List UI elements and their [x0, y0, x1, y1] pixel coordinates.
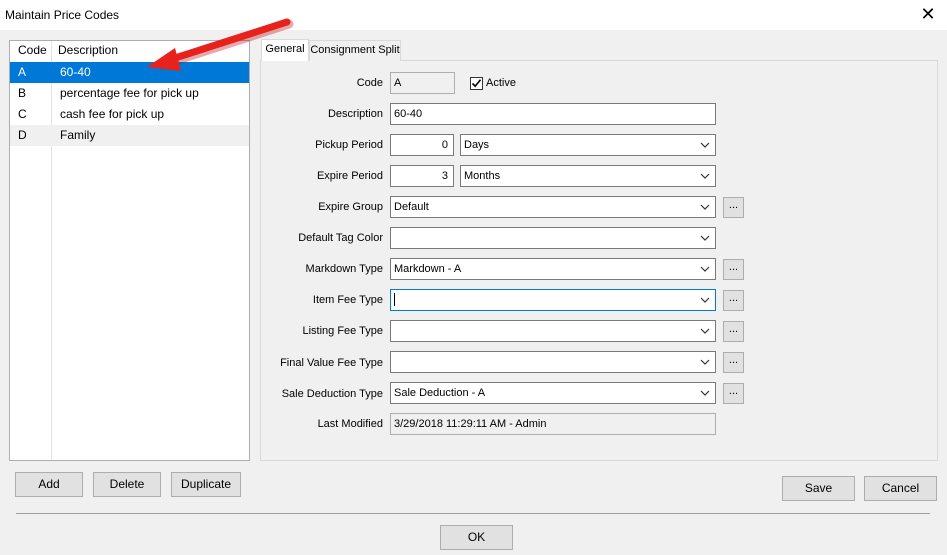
chevron-down-icon	[700, 173, 710, 179]
list-row-a[interactable]: A 60-40	[10, 62, 249, 83]
row-code: C	[18, 107, 27, 121]
ok-button[interactable]: OK	[440, 525, 513, 550]
tab-general[interactable]: General	[261, 39, 309, 61]
chevron-down-icon	[700, 328, 710, 334]
markdown-type-ellipsis-button[interactable]: ...	[723, 259, 744, 280]
row-description: 60-40	[60, 65, 91, 79]
final-value-fee-type-dropdown[interactable]	[390, 351, 716, 373]
chevron-down-icon	[700, 266, 710, 272]
cancel-button[interactable]: Cancel	[864, 476, 937, 501]
expire-period-label: Expire Period	[316, 170, 383, 182]
last-modified-label: Last Modified	[317, 418, 383, 430]
window-title: Maintain Price Codes	[5, 8, 120, 22]
pickup-period-unit-dropdown[interactable]: Days	[460, 134, 716, 156]
close-icon[interactable]: ✕	[918, 4, 938, 24]
row-code: A	[18, 65, 27, 79]
expire-group-ellipsis-button[interactable]: ...	[723, 197, 744, 218]
listing-fee-type-ellipsis-button[interactable]: ...	[723, 321, 744, 342]
sale-deduction-type-value: Sale Deduction - A	[394, 387, 486, 399]
item-fee-type-ellipsis-button[interactable]: ...	[723, 290, 744, 311]
chevron-down-icon	[700, 359, 710, 365]
description-field[interactable]: 60-40	[390, 103, 716, 125]
expire-period-unit-value: Months	[464, 170, 501, 182]
list-row-b[interactable]: B percentage fee for pick up	[10, 83, 249, 104]
description-label: Description	[327, 108, 383, 120]
item-fee-type-label: Item Fee Type	[312, 294, 383, 306]
sale-deduction-type-ellipsis-button[interactable]: ...	[723, 383, 744, 404]
delete-button[interactable]: Delete	[93, 472, 161, 497]
duplicate-button[interactable]: Duplicate	[171, 472, 241, 497]
listing-fee-type-label: Listing Fee Type	[302, 325, 383, 337]
add-button[interactable]: Add	[15, 472, 83, 497]
column-header-code[interactable]: Code	[18, 43, 47, 57]
expire-group-dropdown[interactable]: Default	[390, 196, 716, 218]
active-label: Active	[486, 77, 516, 89]
code-label: Code	[356, 77, 383, 89]
pickup-period-unit-value: Days	[464, 139, 490, 151]
save-button[interactable]: Save	[782, 476, 855, 501]
chevron-down-icon	[700, 142, 710, 148]
sale-deduction-type-dropdown[interactable]: Sale Deduction - A	[390, 382, 716, 404]
column-header-description[interactable]: Description	[58, 43, 118, 57]
last-modified-field: 3/29/2018 11:29:11 AM - Admin	[390, 413, 716, 435]
chevron-down-icon	[700, 297, 710, 303]
default-tag-color-dropdown[interactable]	[390, 227, 716, 249]
chevron-down-icon	[700, 235, 710, 241]
text-caret	[394, 292, 395, 306]
tab-consignment-split[interactable]: Consignment Split	[309, 40, 401, 61]
active-checkbox[interactable]	[470, 77, 483, 90]
final-value-fee-type-label: Final Value Fee Type	[280, 357, 383, 369]
title-bar: Maintain Price Codes ✕	[0, 0, 947, 30]
expire-period-unit-dropdown[interactable]: Months	[460, 165, 716, 187]
list-row-d[interactable]: D Family	[10, 125, 249, 146]
expire-group-value: Default	[394, 201, 429, 213]
sale-deduction-type-label: Sale Deduction Type	[281, 388, 383, 400]
pickup-period-field[interactable]: 0	[390, 134, 454, 156]
row-description: Family	[60, 128, 96, 142]
checkmark-icon	[471, 79, 482, 88]
code-field[interactable]: A	[390, 72, 455, 94]
row-description: percentage fee for pick up	[60, 86, 199, 100]
row-code: D	[18, 128, 27, 142]
row-code: B	[18, 86, 27, 100]
chevron-down-icon	[700, 204, 710, 210]
listing-fee-type-dropdown[interactable]	[390, 320, 716, 342]
footer-divider	[16, 513, 930, 514]
expire-period-field[interactable]: 3	[390, 165, 454, 187]
pickup-period-label: Pickup Period	[315, 139, 383, 151]
item-fee-type-dropdown[interactable]	[390, 289, 716, 311]
markdown-type-dropdown[interactable]: Markdown - A	[390, 258, 716, 280]
list-header: Code Description	[10, 41, 249, 61]
expire-group-label: Expire Group	[318, 201, 383, 213]
chevron-down-icon	[700, 390, 710, 396]
price-code-list[interactable]: Code Description A 60-40 B percentage fe…	[9, 40, 250, 461]
markdown-type-value: Markdown - A	[394, 263, 462, 275]
final-value-fee-type-ellipsis-button[interactable]: ...	[723, 352, 744, 373]
markdown-type-label: Markdown Type	[305, 263, 383, 275]
list-row-c[interactable]: C cash fee for pick up	[10, 104, 249, 125]
row-description: cash fee for pick up	[60, 107, 165, 121]
default-tag-color-label: Default Tag Color	[298, 232, 383, 244]
